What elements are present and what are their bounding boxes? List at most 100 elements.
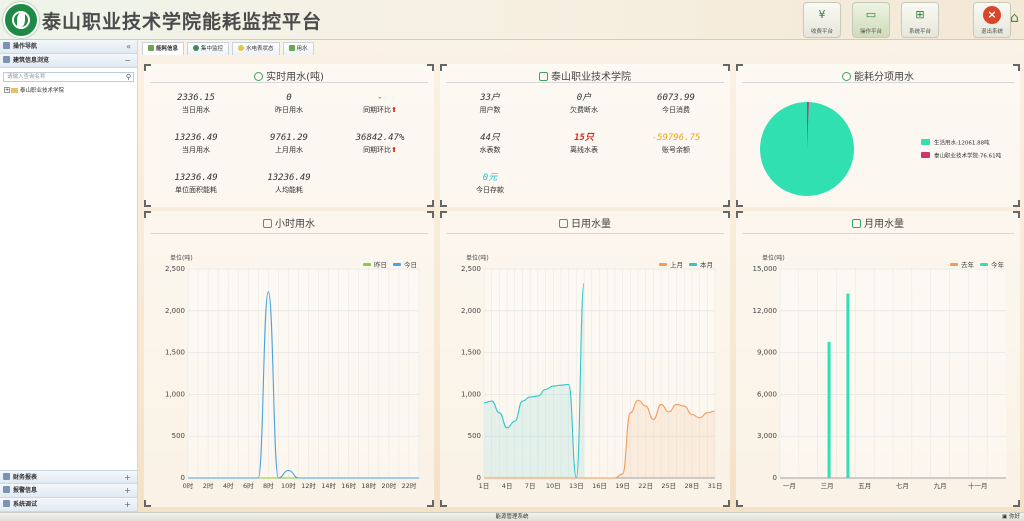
daily-water-panel: 日用水量 0 500 1,000 1,500 2,000 2,500 单位(吨) 1日 4日 7日… [440,211,730,507]
x-tick-label: 22时 [402,481,417,490]
legend-label: 昨日 [374,260,387,269]
x-tick-label: 22日 [638,482,653,490]
stat-label: 今日消费 [662,106,690,114]
stat-value: 13236.49 [267,173,311,183]
x-tick-label: 2时 [203,481,214,490]
expand-icon[interactable]: + [4,87,10,93]
toolbar-button-operation[interactable]: ▭ 操作平台 [852,2,890,38]
energy-icon [148,45,154,51]
x-tick-label: 七月 [896,481,909,490]
status-bar: 能源管理系统 ▣ 你好 [0,512,1024,521]
status-center: 能源管理系统 [495,514,529,520]
y-tick-label: 0 [773,474,777,482]
stat-arrears-cutoff: 0户欠费断水 [544,92,624,115]
daily-chart: 0 500 1,000 1,500 2,000 2,500 单位(吨) 1日 4日 7日 10日 13… [461,254,723,490]
y-tick-label: 0 [477,474,481,482]
toolbar-button-billing[interactable]: ¥ 收费平台 [803,2,841,38]
arrow-up-icon: ⬆ [391,106,397,114]
collapse-icon[interactable]: − [124,54,131,68]
y-tick-label: 2,500 [165,265,185,273]
sidebar-section-finance[interactable]: 财务报表 + [0,470,137,484]
stat-today-spend: 6073.99 今日消费 [636,92,716,115]
stat-label: 同期环比 [363,146,392,154]
stat-label: 同期环比 [363,106,392,114]
bar-今年-四月 [846,293,850,478]
arrow-up-icon: ⬆ [391,146,397,154]
toolbar-label: 操作平台 [859,29,882,35]
realtime-water-panel: 实时用水(吨) 2336.15 当日用水 0 昨日用水 - 同期环比⬆ 13236.4… [144,64,434,207]
tab-label: 能耗信息 [156,46,179,52]
x-tick-label: 0时 [183,481,194,490]
pie-chart: 生活用水:12061.88吨 泰山职业技术学院:76.61吨 [760,102,1002,196]
school-info-panel: 泰山职业技术学院 33户 用户数 0户 欠费断水 6073.99 今日消费 44只 水表… [440,64,730,207]
user-icon: ▣ [1002,514,1009,520]
search-input[interactable]: 请输入查询名称 ⚲ [3,72,134,82]
y-axis-unit: 单位(吨) [762,254,785,262]
tab-water[interactable]: 用水 [282,42,314,55]
app-header: 泰山职业技术学院能耗监控平台 ¥ 收费平台 ▭ 操作平台 ⊞ 系统平台 × 退出… [0,0,1024,40]
sidebar-section-alarm[interactable]: 报警信息 + [0,484,137,498]
stat-offline-meters[interactable]: 15只 离线水表 [544,132,624,155]
expand-icon[interactable]: + [124,471,131,485]
y-tick-label: 500 [172,432,185,440]
stat-label: 水表数 [479,146,501,154]
legend-swatch [921,152,930,158]
sidebar-nav-label: 操作导航 [13,43,38,50]
sidebar-section-debug[interactable]: 系统调试 + [0,498,137,512]
home-icon[interactable]: ⌂ [1010,10,1019,26]
stat-label: 用户数 [479,106,501,114]
stat-label: 人均能耗 [275,186,303,194]
plot-area [188,269,419,478]
tree-node-root[interactable]: 泰山职业技术学院 [20,86,64,94]
x-tick-label: 十一月 [968,481,988,490]
logout-button[interactable]: × 退出系统 [973,2,1011,38]
tab-meter-status[interactable]: 水电表状态 [232,42,280,55]
x-tick-label: 28日 [685,482,700,490]
settings-icon [3,500,10,507]
tab-central-monitor[interactable]: 集中监控 [187,42,230,55]
bulb-icon [238,45,245,51]
expand-icon[interactable]: + [124,484,131,498]
stat-today-water: 2336.15 当日用水 [156,92,236,115]
stat-last-month-water: 9761.29 上月用水 [249,132,329,155]
sidebar: 操作导航 « 建筑信息浏览 − 请输入查询名称 ⚲ + 泰山职业技术学院 财务报表… [0,40,138,512]
monthly-water-panel: 月用水量 0 3,000 6,000 9,000 12,000 15,000 单位(吨) 一月… [736,211,1020,507]
x-tick-label: 19日 [615,482,630,490]
tab-energy-info[interactable]: 能耗信息 [142,42,185,55]
stat-yoy-day: - 同期环比⬆ [340,92,420,115]
stat-label: 当日用水 [182,106,210,114]
pie-legend-living-water[interactable]: 生活用水:12061.88吨 [934,139,990,147]
toolbar-button-system[interactable]: ⊞ 系统平台 [901,2,939,38]
x-tick-label: 31日 [708,482,723,490]
globe-icon [193,45,200,51]
building-tree: + 泰山职业技术学院 [4,86,137,94]
stat-value: 0 [286,93,292,103]
hourly-chart: 0 500 1,000 1,500 2,000 2,500 单位(吨) 0时 2时 4时 6时 8时 1… [165,254,420,490]
panel-title: 泰山职业技术学院 [440,68,730,83]
expand-icon[interactable]: + [124,498,131,512]
double-chevron-left-icon[interactable]: « [126,40,131,54]
sidebar-section-building[interactable]: 建筑信息浏览 − [0,54,137,68]
main-tabs: 能耗信息 集中监控 水电表状态 用水 [142,42,317,55]
y-tick-label: 6,000 [757,390,777,398]
pie-legend-college[interactable]: 泰山职业技术学院:76.61吨 [934,152,1002,160]
x-tick-label: 18时 [361,481,376,490]
stat-value: 33户 [480,93,500,103]
stat-yoy-month: 36842.47% 同期环比⬆ [340,132,420,155]
y-tick-label: 15,000 [753,265,778,273]
stat-label: 离线水表 [570,146,598,154]
y-tick-label: 2,500 [461,265,481,273]
monthly-chart: 0 3,000 6,000 9,000 12,000 15,000 单位(吨) 一月 三月 五月 七… [753,254,1006,490]
search-icon[interactable]: ⚲ [126,73,131,82]
sidebar-section-label: 建筑信息浏览 [13,57,50,64]
x-tick-label: 8时 [263,481,274,490]
y-tick-label: 12,000 [753,307,778,315]
legend-swatch [950,263,958,266]
x-tick-label: 10时 [281,481,296,490]
stat-value: 0户 [576,93,592,103]
search-placeholder: 请输入查询名称 [7,74,46,80]
sidebar-nav-header: 操作导航 « [0,40,137,54]
stat-value: 6073.99 [657,93,695,103]
stat-label: 欠费断水 [570,106,598,114]
stat-label: 上月用水 [275,146,303,154]
